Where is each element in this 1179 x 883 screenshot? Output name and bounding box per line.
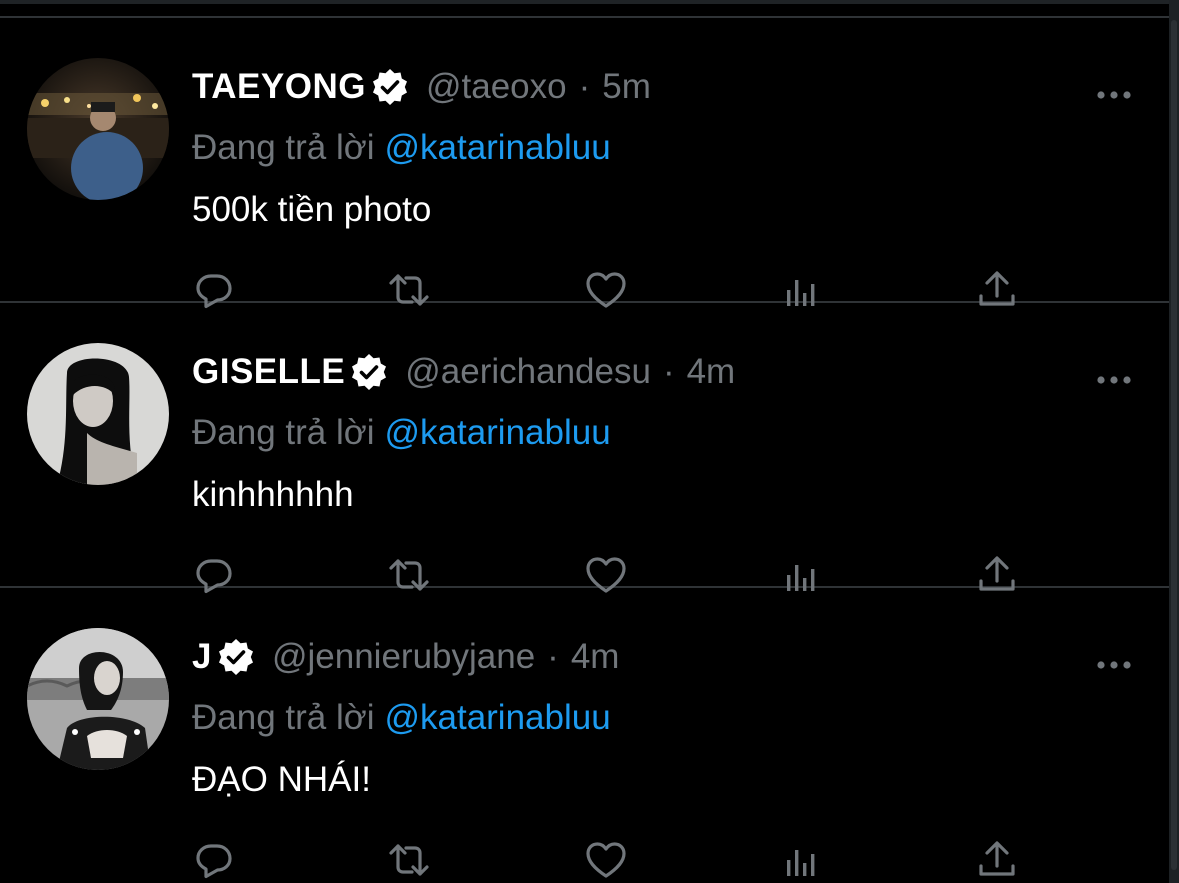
avatar-image: [27, 58, 169, 200]
separator: ·: [547, 637, 559, 676]
separator: ·: [578, 67, 591, 106]
separator: ·: [662, 352, 675, 391]
avatar[interactable]: [27, 628, 169, 770]
tweet-header: GISELLE @aerichandesu · 4m: [192, 349, 735, 395]
display-name[interactable]: TAEYONG: [192, 67, 366, 107]
tweet[interactable]: TAEYONG @taeoxo · 5m Đang trả lời @katari…: [0, 18, 1169, 309]
display-name[interactable]: J: [192, 637, 212, 677]
reply-context: Đang trả lời @katarinabluu: [192, 128, 611, 168]
more-icon[interactable]: [1094, 80, 1134, 110]
scrollbar-thumb[interactable]: [1171, 20, 1177, 870]
timestamp[interactable]: 4m: [687, 352, 736, 392]
like-icon[interactable]: [584, 838, 628, 882]
avatar[interactable]: [27, 58, 169, 200]
reply-prefix: Đang trả lời: [192, 413, 375, 452]
avatar-image: [27, 628, 169, 770]
reply-mention-link[interactable]: @katarinabluu: [384, 413, 610, 452]
verified-badge-icon: [216, 637, 256, 677]
handle[interactable]: @jennierubyjane: [272, 637, 535, 677]
analytics-icon[interactable]: [780, 838, 824, 882]
retweet-icon[interactable]: [387, 838, 431, 882]
more-icon[interactable]: [1094, 650, 1134, 680]
reply-prefix: Đang trả lời: [192, 128, 375, 167]
tweet[interactable]: GISELLE @aerichandesu · 4m Đang trả lời @…: [0, 303, 1169, 594]
reply-context: Đang trả lời @katarinabluu: [192, 413, 611, 453]
reply-mention-link[interactable]: @katarinabluu: [384, 698, 610, 737]
tweet-text: kinhhhhhh: [192, 475, 354, 514]
reply-mention-link[interactable]: @katarinabluu: [384, 128, 610, 167]
verified-badge-icon: [349, 352, 389, 392]
avatar-image: [27, 343, 169, 485]
share-icon[interactable]: [975, 838, 1019, 882]
more-icon[interactable]: [1094, 365, 1134, 395]
timestamp[interactable]: 5m: [602, 67, 651, 107]
display-name[interactable]: GISELLE: [192, 352, 345, 392]
reply-context: Đang trả lời @katarinabluu: [192, 698, 611, 738]
tweet-header: TAEYONG @taeoxo · 5m: [192, 64, 651, 110]
handle[interactable]: @aerichandesu: [405, 352, 651, 392]
scrollbar[interactable]: [1169, 0, 1179, 883]
verified-badge-icon: [370, 67, 410, 107]
top-edge: [0, 0, 1179, 4]
tweet-text: ĐẠO NHÁI!: [192, 760, 371, 799]
handle[interactable]: @taeoxo: [426, 67, 567, 107]
tweet-header: J @jennierubyjane · 4m: [192, 634, 619, 680]
tweet[interactable]: J @jennierubyjane · 4m Đang trả lời @kata…: [0, 588, 1169, 879]
reply-prefix: Đang trả lời: [192, 698, 375, 737]
avatar[interactable]: [27, 343, 169, 485]
reply-icon[interactable]: [192, 838, 236, 882]
timestamp[interactable]: 4m: [571, 637, 620, 677]
tweet-text: 500k tiền photo: [192, 190, 432, 229]
